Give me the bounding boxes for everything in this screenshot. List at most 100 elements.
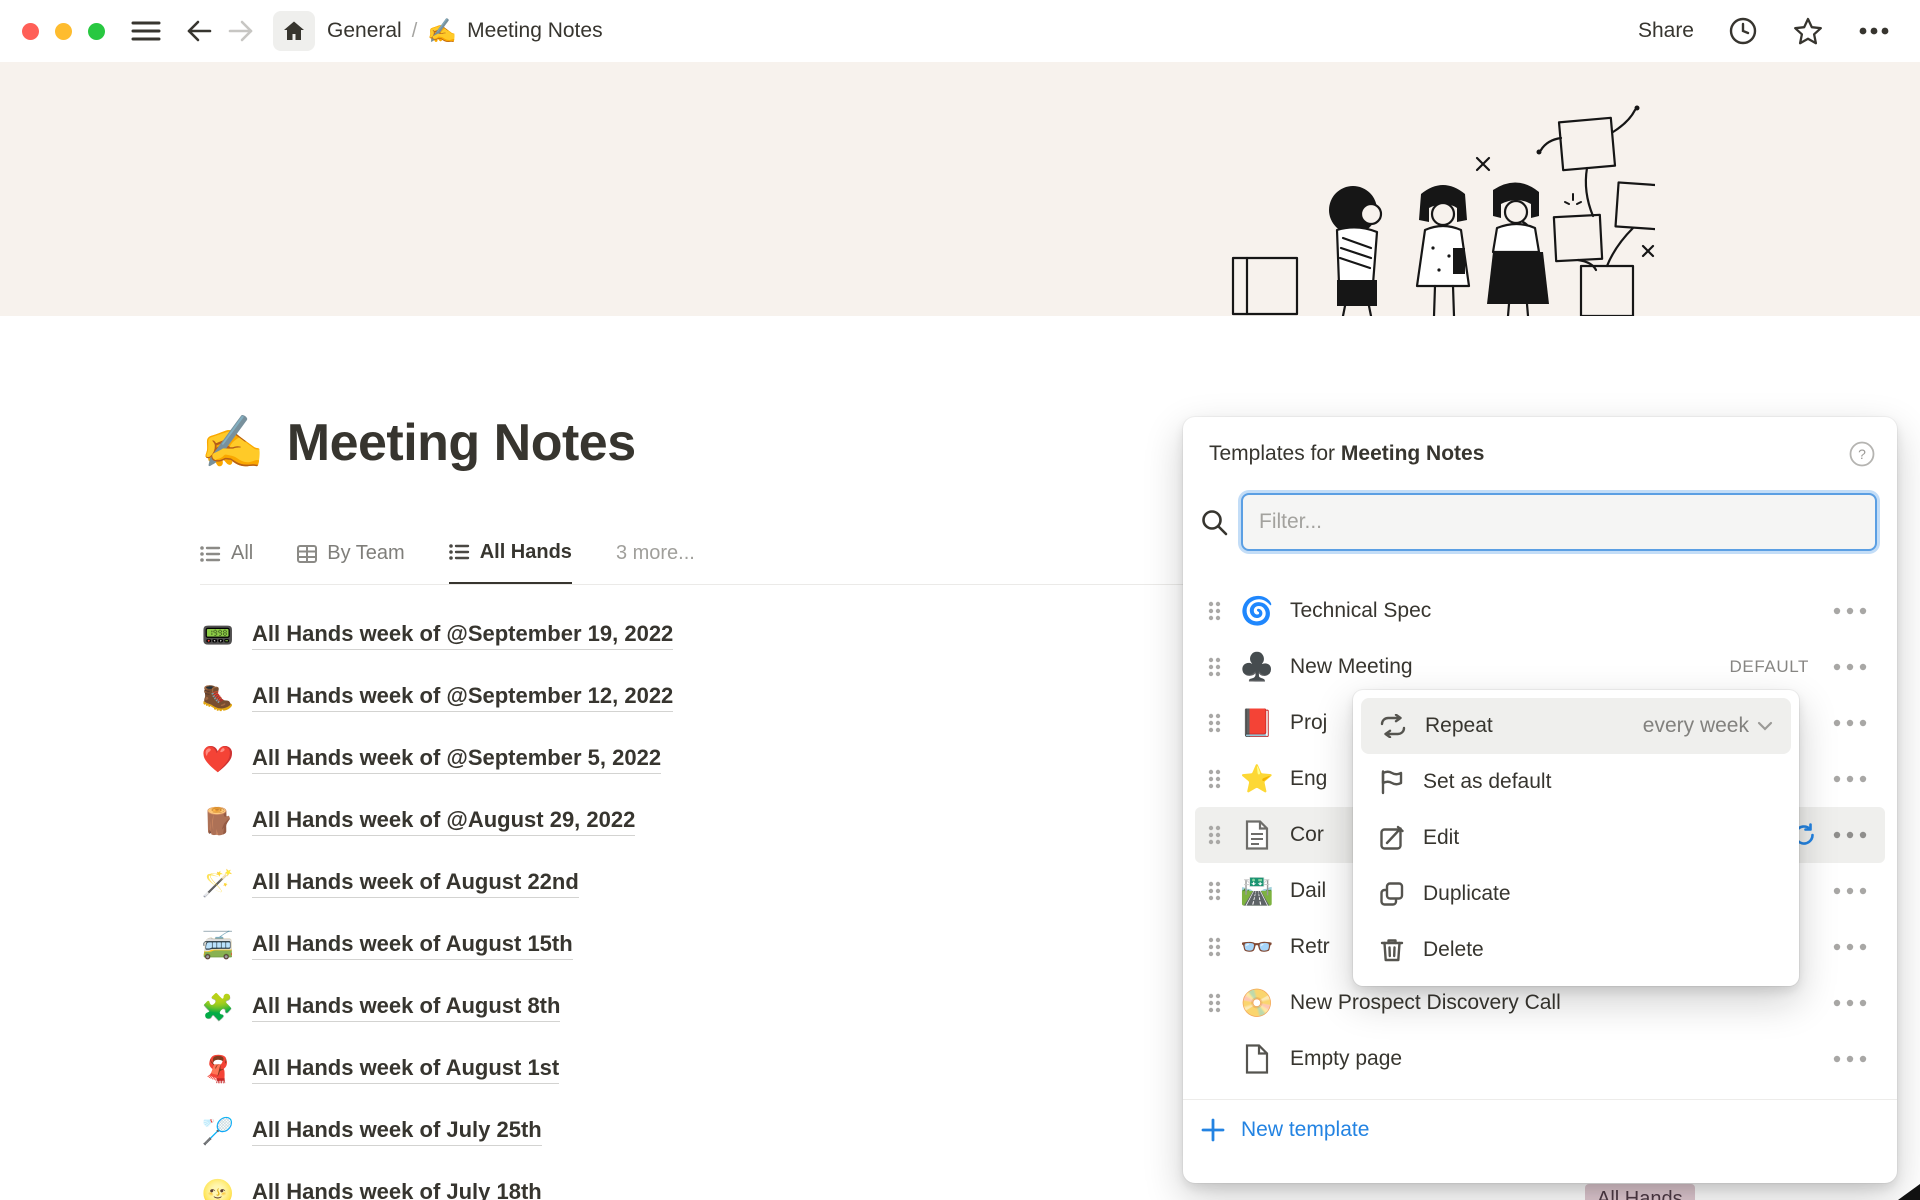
- drag-handle-icon[interactable]: [1207, 768, 1222, 790]
- list-item[interactable]: 🚎All Hands week of August 15th: [200, 914, 1150, 976]
- repeat-icon: [1379, 714, 1407, 738]
- tab-all[interactable]: All: [200, 522, 253, 585]
- row-more-icon[interactable]: [1833, 999, 1867, 1007]
- template-emoji: ⭐: [1240, 763, 1274, 795]
- page-icon: [1240, 820, 1274, 850]
- list-item[interactable]: 📟All Hands week of @September 19, 2022: [200, 604, 1150, 666]
- template-emoji: 👓: [1240, 931, 1274, 963]
- drag-handle-icon[interactable]: [1207, 824, 1222, 846]
- table-icon: [297, 545, 317, 563]
- breadcrumb-page-emoji: ✍️: [427, 17, 457, 46]
- back-icon[interactable]: [185, 18, 213, 44]
- default-badge: DEFAULT: [1730, 657, 1809, 677]
- home-button[interactable]: [273, 11, 315, 51]
- template-emoji: 📀: [1240, 987, 1274, 1019]
- breadcrumb-separator: /: [412, 20, 418, 43]
- page-title-text[interactable]: Meeting Notes: [287, 413, 636, 473]
- list-item[interactable]: ❤️All Hands week of @September 5, 2022: [200, 728, 1150, 790]
- template-row-empty-page[interactable]: Empty page: [1195, 1031, 1885, 1087]
- list-icon: [449, 543, 470, 561]
- item-emoji: 🪄: [200, 868, 236, 899]
- list-item[interactable]: 🧣All Hands week of August 1st: [200, 1038, 1150, 1100]
- menu-item-set-default[interactable]: Set as default: [1361, 754, 1791, 810]
- chevron-down-icon: [1757, 721, 1773, 731]
- tab-all-hands[interactable]: All Hands: [449, 522, 572, 585]
- list-item[interactable]: 🥾All Hands week of @September 12, 2022: [200, 666, 1150, 728]
- list-item[interactable]: 🏸All Hands week of July 25th: [200, 1100, 1150, 1162]
- breadcrumb-general[interactable]: General: [327, 19, 402, 43]
- item-emoji: 📟: [200, 620, 236, 651]
- row-more-icon[interactable]: [1833, 663, 1867, 671]
- item-emoji: 🧣: [200, 1054, 236, 1085]
- menu-item-repeat[interactable]: Repeat every week: [1361, 698, 1791, 754]
- drag-handle-icon[interactable]: [1207, 656, 1222, 678]
- list-icon: [200, 545, 221, 563]
- meeting-notes-list: 📟All Hands week of @September 19, 2022 🥾…: [200, 604, 1150, 1200]
- item-emoji: 🚎: [200, 930, 236, 961]
- favorite-star-icon[interactable]: [1792, 16, 1824, 46]
- drag-handle-icon[interactable]: [1207, 992, 1222, 1014]
- list-item[interactable]: 🧩All Hands week of August 8th: [200, 976, 1150, 1038]
- menu-item-duplicate[interactable]: Duplicate: [1361, 866, 1791, 922]
- row-more-icon[interactable]: [1833, 607, 1867, 615]
- plus-icon: [1200, 1117, 1226, 1143]
- popup-title: Templates for Meeting Notes: [1209, 442, 1484, 466]
- sidebar-menu-icon[interactable]: [131, 19, 161, 43]
- all-hands-tag: All Hands: [1585, 1184, 1695, 1200]
- item-emoji: ❤️: [200, 744, 236, 775]
- svg-text:?: ?: [1858, 446, 1866, 462]
- drag-handle-icon[interactable]: [1207, 880, 1222, 902]
- empty-page-icon: [1240, 1044, 1274, 1074]
- traffic-lights: [22, 23, 105, 40]
- edit-icon: [1379, 825, 1405, 851]
- row-more-icon[interactable]: [1833, 1055, 1867, 1063]
- list-item[interactable]: 🪄All Hands week of August 22nd: [200, 852, 1150, 914]
- item-emoji: 🥾: [200, 682, 236, 713]
- row-more-icon[interactable]: [1833, 887, 1867, 895]
- row-more-icon[interactable]: [1833, 775, 1867, 783]
- filter-input[interactable]: [1241, 493, 1877, 551]
- drag-handle-icon[interactable]: [1207, 712, 1222, 734]
- trash-icon: [1379, 937, 1405, 963]
- row-more-icon[interactable]: [1833, 719, 1867, 727]
- window-toolbar: General / ✍️ Meeting Notes Share: [0, 0, 1920, 62]
- list-item[interactable]: 🪵All Hands week of @August 29, 2022: [200, 790, 1150, 852]
- list-item[interactable]: 🌝All Hands week of July 18th: [200, 1162, 1150, 1200]
- page-title-emoji[interactable]: ✍️: [200, 412, 265, 473]
- minimize-window-button[interactable]: [55, 23, 72, 40]
- page-title: ✍️ Meeting Notes: [200, 412, 636, 473]
- template-emoji: ♣️: [1240, 651, 1274, 683]
- share-button[interactable]: Share: [1638, 19, 1694, 43]
- tab-more[interactable]: 3 more...: [616, 522, 695, 585]
- new-template-button[interactable]: New template: [1183, 1101, 1897, 1159]
- drag-handle-icon[interactable]: [1207, 936, 1222, 958]
- banner-illustration: [1225, 98, 1655, 316]
- help-icon[interactable]: ?: [1849, 441, 1875, 467]
- template-emoji: 📕: [1240, 707, 1274, 739]
- tab-by-team[interactable]: By Team: [297, 522, 404, 585]
- close-window-button[interactable]: [22, 23, 39, 40]
- breadcrumb-page-title[interactable]: Meeting Notes: [467, 19, 602, 43]
- zoom-window-button[interactable]: [88, 23, 105, 40]
- more-options-icon[interactable]: [1858, 26, 1890, 36]
- menu-item-delete[interactable]: Delete: [1361, 922, 1791, 978]
- drag-handle-icon[interactable]: [1207, 600, 1222, 622]
- updates-clock-icon[interactable]: [1728, 16, 1758, 46]
- repeat-frequency-select[interactable]: every week: [1643, 714, 1773, 738]
- template-emoji: 🌀: [1240, 595, 1274, 627]
- view-tabs: All By Team All Hands 3 more...: [200, 522, 695, 585]
- page-cover-banner[interactable]: [0, 62, 1920, 316]
- item-emoji: 🪵: [200, 806, 236, 837]
- row-more-icon[interactable]: [1833, 943, 1867, 951]
- template-row[interactable]: 🌀 Technical Spec: [1195, 583, 1885, 639]
- item-emoji: 🧩: [200, 992, 236, 1023]
- row-more-icon[interactable]: [1833, 831, 1867, 839]
- forward-icon[interactable]: [227, 18, 255, 44]
- menu-item-edit[interactable]: Edit: [1361, 810, 1791, 866]
- template-emoji: 🛣️: [1240, 875, 1274, 907]
- template-row[interactable]: ♣️ New Meeting DEFAULT: [1195, 639, 1885, 695]
- template-context-menu: Repeat every week Set as default Edit Du…: [1353, 690, 1799, 986]
- cursor-fragment: [1898, 1184, 1920, 1200]
- popup-divider: [1183, 1099, 1897, 1100]
- search-icon: [1199, 507, 1229, 537]
